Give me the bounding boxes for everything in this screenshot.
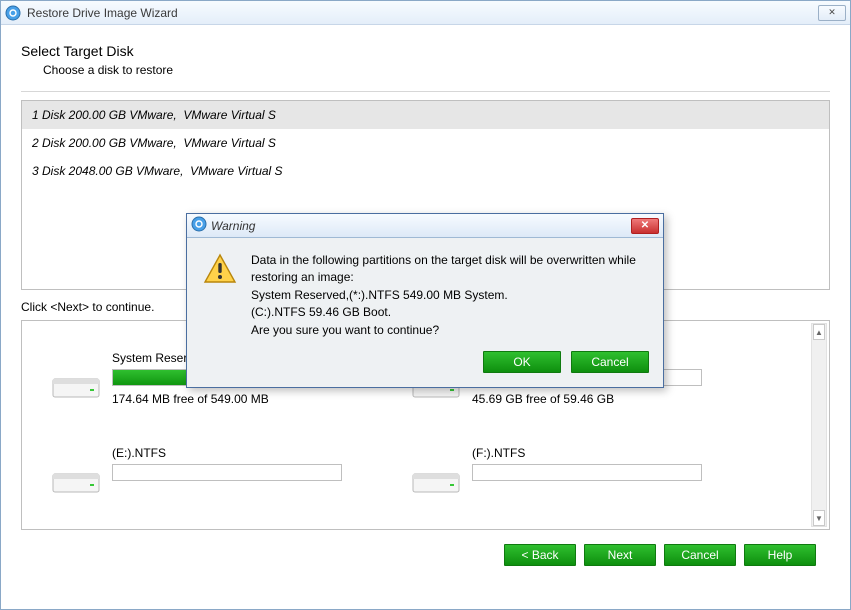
- dialog-titlebar: Warning ✕: [187, 214, 663, 238]
- partition-item[interactable]: (E:).NTFS: [52, 446, 372, 501]
- ok-button[interactable]: OK: [483, 351, 561, 373]
- partition-free: [112, 487, 372, 501]
- back-button[interactable]: < Back: [504, 544, 576, 566]
- warning-dialog: Warning ✕ Data in the following partitio…: [186, 213, 664, 388]
- dialog-title: Warning: [211, 219, 631, 233]
- cancel-button[interactable]: Cancel: [571, 351, 649, 373]
- drive-icon: [52, 369, 100, 403]
- page-subheading: Choose a disk to restore: [43, 63, 830, 77]
- window-title: Restore Drive Image Wizard: [27, 6, 818, 20]
- partition-label: (F:).NTFS: [472, 446, 732, 460]
- partition-item[interactable]: (F:).NTFS: [412, 446, 732, 501]
- scrollbar[interactable]: ▲ ▼: [811, 323, 827, 527]
- scroll-down-icon[interactable]: ▼: [813, 510, 825, 526]
- partition-free: [472, 487, 732, 501]
- help-button[interactable]: Help: [744, 544, 816, 566]
- partition-body: (F:).NTFS: [472, 446, 732, 501]
- usage-bar: [472, 464, 702, 481]
- partition-free: 174.64 MB free of 549.00 MB: [112, 392, 372, 406]
- disk-row[interactable]: 1 Disk 200.00 GB VMware, VMware Virtual …: [22, 101, 829, 129]
- usage-bar: [112, 464, 342, 481]
- titlebar: Restore Drive Image Wizard ✕: [1, 1, 850, 25]
- next-button[interactable]: Next: [584, 544, 656, 566]
- page-heading: Select Target Disk: [21, 43, 830, 59]
- scroll-up-icon[interactable]: ▲: [813, 324, 825, 340]
- divider: [21, 91, 830, 92]
- close-icon[interactable]: ✕: [631, 218, 659, 234]
- disk-row[interactable]: 2 Disk 200.00 GB VMware, VMware Virtual …: [22, 129, 829, 157]
- warning-icon: [203, 252, 237, 339]
- app-icon: [5, 5, 21, 21]
- partition-label: (E:).NTFS: [112, 446, 372, 460]
- drive-icon: [52, 464, 100, 498]
- dialog-actions: OK Cancel: [187, 345, 663, 387]
- button-bar: < Back Next Cancel Help: [21, 538, 830, 566]
- close-icon[interactable]: ✕: [818, 5, 846, 21]
- dialog-body: Data in the following partitions on the …: [187, 238, 663, 345]
- cancel-button[interactable]: Cancel: [664, 544, 736, 566]
- drive-icon: [412, 464, 460, 498]
- disk-row[interactable]: 3 Disk 2048.00 GB VMware, VMware Virtual…: [22, 157, 829, 185]
- app-icon: [191, 216, 207, 235]
- partition-free: 45.69 GB free of 59.46 GB: [472, 392, 732, 406]
- dialog-message: Data in the following partitions on the …: [251, 252, 647, 339]
- partition-body: (E:).NTFS: [112, 446, 372, 501]
- wizard-window: Restore Drive Image Wizard ✕ Select Targ…: [0, 0, 851, 610]
